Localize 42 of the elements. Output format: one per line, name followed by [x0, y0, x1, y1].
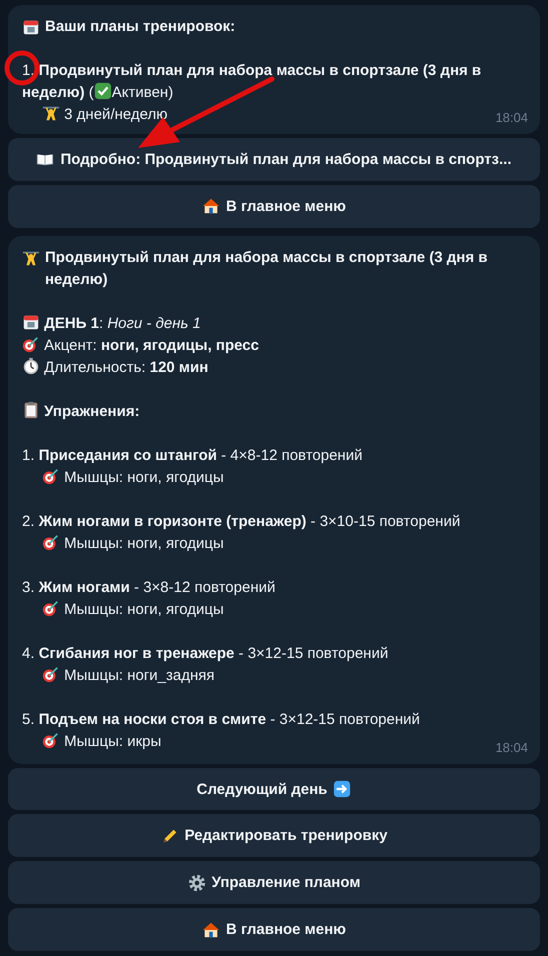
inline-button[interactable]: Подробно: Продвинутый план для набора массы в спортз...	[8, 138, 540, 181]
exercise-text: 2. Жим ногами в горизонте (тренажер) - 3×10-15 повторений	[22, 512, 460, 530]
target-icon	[42, 730, 60, 749]
inline-button[interactable]: В главное меню	[8, 908, 540, 951]
target-icon	[42, 532, 60, 551]
arrow-right-icon	[333, 780, 352, 798]
plan-item: 1. Продвинутый план для набора массы в спортзале (3 дня в неделю) ( Активен)	[22, 61, 482, 103]
exercise-text: 5. Подъем на носки стоя в смите - 3×12-15 повторений	[22, 710, 420, 728]
plan-schedule: 3 дней/неделю	[64, 106, 168, 123]
day-title: ДЕНЬ 1: Ноги - день 1	[44, 314, 201, 332]
exercise-text: 1. Приседания со штангой - 4×8-12 повторений	[22, 446, 362, 464]
calendar-icon	[22, 18, 40, 36]
stopwatch-icon	[22, 356, 40, 375]
message-title: Продвинутый план для набора массы в спортзале (3 дня в неделю)	[45, 248, 488, 290]
duration-text: Длительность: 120 мин	[44, 358, 208, 376]
house-icon	[202, 197, 220, 216]
muscles-text: Мышцы: ноги, ягодицы	[64, 534, 224, 552]
section-heading: Упражнения:	[44, 402, 140, 420]
inline-button[interactable]: В главное меню	[8, 184, 540, 228]
calendar-icon	[22, 312, 40, 331]
muscles-text: Мышцы: ноги_задняя	[64, 666, 215, 684]
inline-button[interactable]: Следующий день	[8, 768, 540, 810]
muscles-text: Мышцы: ноги, ягодицы	[64, 600, 224, 618]
accent-text: Акцент: ноги, ягодицы, пресс	[44, 336, 259, 354]
inline-button[interactable]: Редактировать тренировку	[8, 814, 540, 858]
exercise-text: 3. Жим ногами - 3×8-12 повторений	[22, 578, 276, 596]
weightlifter-icon	[42, 104, 60, 122]
target-icon	[42, 466, 60, 485]
target-icon	[42, 598, 60, 617]
exercise-text: 4. Сгибания ног в тренажере - 3×12-15 повторений	[22, 644, 388, 662]
message-time: 18:04	[495, 110, 528, 126]
inline-button[interactable]: Управление планом	[8, 861, 540, 904]
muscles-text: Мышцы: икры	[64, 732, 162, 750]
target-icon	[42, 664, 60, 683]
weightlifter-icon	[22, 248, 40, 267]
message-time: 18:04	[495, 740, 528, 756]
clipboard-icon	[22, 400, 40, 419]
house-icon	[202, 920, 220, 939]
message-title: Ваши планы тренировок:	[45, 17, 236, 37]
target-icon	[22, 334, 40, 353]
muscles-text: Мышцы: ноги, ягодицы	[64, 468, 224, 486]
gear-icon	[188, 874, 206, 892]
